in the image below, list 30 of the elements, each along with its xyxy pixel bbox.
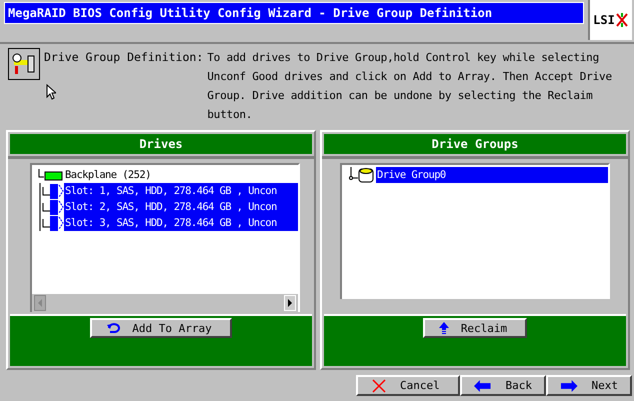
tree-item[interactable]: Slot: 2, SAS, HDD, 278.464 GB , Uncon [64,199,298,215]
disk-stack-icon [348,167,376,183]
tree-item[interactable]: Drive Group0 [376,167,608,183]
up-arrow-icon [438,322,449,334]
panel-header: Drives [10,134,312,154]
undo-arrow-icon [106,322,120,334]
logo: LSI [588,0,632,40]
reclaim-button[interactable]: Reclaim [422,318,528,338]
scroll-right-icon[interactable] [284,295,296,311]
scroll-left-icon[interactable] [34,295,46,311]
tree-item[interactable]: Slot: 3, SAS, HDD, 278.464 GB , Uncon [64,215,298,231]
horizontal-scrollbar[interactable] [32,294,298,312]
description-text: To add drives to Drive Group,hold Control key while selecting Unconf Good drives and click on Add to Array. Then Accept Drive Group. Drive addition can be undone by selecting the Reclaim button. [207,50,613,123]
panel-header: Drive Groups [324,134,626,154]
close-icon [372,378,386,392]
add-to-array-button[interactable]: Add To Array [90,318,232,338]
description-label: Drive Group Definition: [44,49,204,66]
backplane-icon [38,169,64,181]
cancel-button[interactable]: Cancel [356,375,460,396]
back-button[interactable]: Back [460,375,546,396]
tree-item[interactable]: Slot: 1, SAS, HDD, 278.464 GB , Uncon [64,183,298,199]
drive-icon [38,215,64,231]
right-arrow-icon [560,380,578,392]
mouse-cursor-icon [46,84,56,100]
drive-icon [38,183,64,199]
title-bar: MegaRAID BIOS Config Utility Config Wizard - Drive Group Definition [4,2,584,24]
left-arrow-icon [474,380,492,392]
drive-icon [38,199,64,215]
tree-item[interactable]: Backplane (252) [64,167,152,183]
next-button[interactable]: Next [546,375,632,396]
